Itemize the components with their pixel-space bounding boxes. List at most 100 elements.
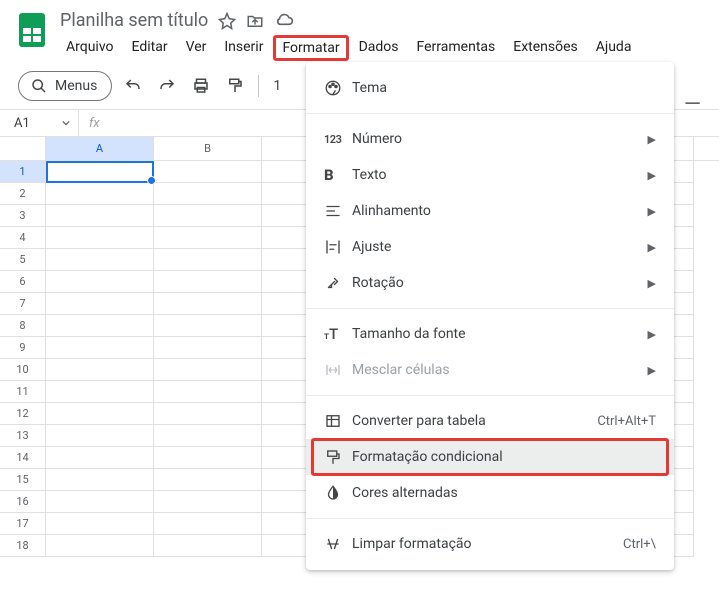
row-header-6[interactable]: 6	[0, 271, 46, 293]
sheets-logo[interactable]	[12, 10, 52, 50]
cell-B4[interactable]	[154, 227, 262, 249]
menu-item-ajuste[interactable]: Ajuste▶	[306, 229, 674, 265]
redo-icon[interactable]	[154, 73, 180, 99]
menu-dados[interactable]: Dados	[351, 35, 407, 61]
row-header-11[interactable]: 11	[0, 381, 46, 403]
menu-ajuda[interactable]: Ajuda	[588, 35, 640, 61]
row-header-2[interactable]: 2	[0, 183, 46, 205]
cell-A3[interactable]	[46, 205, 154, 227]
row-header-15[interactable]: 15	[0, 469, 46, 491]
menu-formatar[interactable]: Formatar	[273, 35, 348, 61]
cell-B12[interactable]	[154, 403, 262, 425]
menu-item-rota-o[interactable]: Rotação▶	[306, 265, 674, 301]
row-header-8[interactable]: 8	[0, 315, 46, 337]
merge-icon	[324, 361, 352, 379]
cell-A6[interactable]	[46, 271, 154, 293]
row-header-14[interactable]: 14	[0, 447, 46, 469]
document-title[interactable]: Planilha sem título	[60, 10, 208, 31]
cell-A18[interactable]	[46, 535, 154, 557]
menu-item-n-mero[interactable]: 123Número▶	[306, 121, 674, 157]
cell-B7[interactable]	[154, 293, 262, 315]
menu-item-tamanho-da-fonte[interactable]: тTTamanho da fonte▶	[306, 316, 674, 352]
select-all-corner[interactable]	[0, 137, 46, 160]
menu-ferramentas[interactable]: Ferramentas	[409, 35, 504, 61]
menu-arquivo[interactable]: Arquivo	[58, 35, 122, 61]
cell-B13[interactable]	[154, 425, 262, 447]
menu-item-texto[interactable]: BTexto▶	[306, 157, 674, 193]
menu-item-mesclar-c-lulas: Mesclar células▶	[306, 352, 674, 388]
col-header-B[interactable]: B	[154, 137, 262, 160]
menu-extensões[interactable]: Extensões	[505, 35, 586, 61]
star-icon[interactable]	[218, 12, 236, 30]
search-menus-button[interactable]: Menus	[18, 71, 112, 101]
menu-item-tema[interactable]: Tema	[306, 70, 674, 106]
123-icon: 123	[324, 133, 352, 146]
menu-ver[interactable]: Ver	[178, 35, 215, 61]
name-box[interactable]: A1	[14, 116, 78, 131]
cell-B9[interactable]	[154, 337, 262, 359]
menu-inserir[interactable]: Inserir	[216, 35, 271, 61]
cell-A17[interactable]	[46, 513, 154, 535]
cloud-status-icon[interactable]	[274, 11, 294, 31]
cell-B15[interactable]	[154, 469, 262, 491]
move-folder-icon[interactable]	[246, 12, 264, 30]
search-menus-label: Menus	[55, 78, 97, 94]
cell-A8[interactable]	[46, 315, 154, 337]
cell-B3[interactable]	[154, 205, 262, 227]
row-header-10[interactable]: 10	[0, 359, 46, 381]
menu-item-label: Tema	[352, 80, 656, 96]
cell-B2[interactable]	[154, 183, 262, 205]
row-header-18[interactable]: 18	[0, 535, 46, 557]
cell-A4[interactable]	[46, 227, 154, 249]
cell-A12[interactable]	[46, 403, 154, 425]
cell-B8[interactable]	[154, 315, 262, 337]
menu-item-alinhamento[interactable]: Alinhamento▶	[306, 193, 674, 229]
row-header-17[interactable]: 17	[0, 513, 46, 535]
undo-icon[interactable]	[120, 73, 146, 99]
menu-item-limpar-formata-o[interactable]: Limpar formataçãoCtrl+\	[306, 526, 674, 562]
collapse-toolbar-icon[interactable]: —	[684, 92, 701, 117]
cell-A1[interactable]	[46, 161, 154, 183]
cell-B17[interactable]	[154, 513, 262, 535]
menu-item-label: Mesclar células	[352, 362, 648, 378]
zoom-value[interactable]: 1	[269, 74, 285, 98]
menu-item-label: Alinhamento	[352, 203, 648, 219]
cell-A7[interactable]	[46, 293, 154, 315]
cell-B18[interactable]	[154, 535, 262, 557]
col-header-A[interactable]: A	[46, 137, 154, 160]
cell-B11[interactable]	[154, 381, 262, 403]
cell-B16[interactable]	[154, 491, 262, 513]
row-header-7[interactable]: 7	[0, 293, 46, 315]
row-header-13[interactable]: 13	[0, 425, 46, 447]
cell-B5[interactable]	[154, 249, 262, 271]
row-header-1[interactable]: 1	[0, 161, 46, 183]
paint-format-icon[interactable]	[222, 73, 248, 99]
menu-editar[interactable]: Editar	[124, 35, 176, 61]
row-header-16[interactable]: 16	[0, 491, 46, 513]
cell-B10[interactable]	[154, 359, 262, 381]
submenu-arrow-icon: ▶	[648, 169, 656, 182]
print-icon[interactable]	[188, 73, 214, 99]
menu-item-label: Texto	[352, 167, 648, 183]
cell-A11[interactable]	[46, 381, 154, 403]
cell-A13[interactable]	[46, 425, 154, 447]
cell-A16[interactable]	[46, 491, 154, 513]
cell-B6[interactable]	[154, 271, 262, 293]
cell-A14[interactable]	[46, 447, 154, 469]
menu-item-formata-o-condicional[interactable]: Formatação condicional	[306, 439, 674, 475]
row-header-3[interactable]: 3	[0, 205, 46, 227]
row-header-9[interactable]: 9	[0, 337, 46, 359]
cell-A10[interactable]	[46, 359, 154, 381]
cell-B14[interactable]	[154, 447, 262, 469]
cell-A9[interactable]	[46, 337, 154, 359]
toolbar-separator	[258, 75, 259, 97]
cell-A5[interactable]	[46, 249, 154, 271]
row-header-12[interactable]: 12	[0, 403, 46, 425]
cell-B1[interactable]	[154, 161, 262, 183]
row-header-5[interactable]: 5	[0, 249, 46, 271]
cell-A15[interactable]	[46, 469, 154, 491]
cell-A2[interactable]	[46, 183, 154, 205]
menu-item-cores-alternadas[interactable]: Cores alternadas	[306, 475, 674, 511]
menu-item-converter-para-tabela[interactable]: Converter para tabelaCtrl+Alt+T	[306, 403, 674, 439]
row-header-4[interactable]: 4	[0, 227, 46, 249]
